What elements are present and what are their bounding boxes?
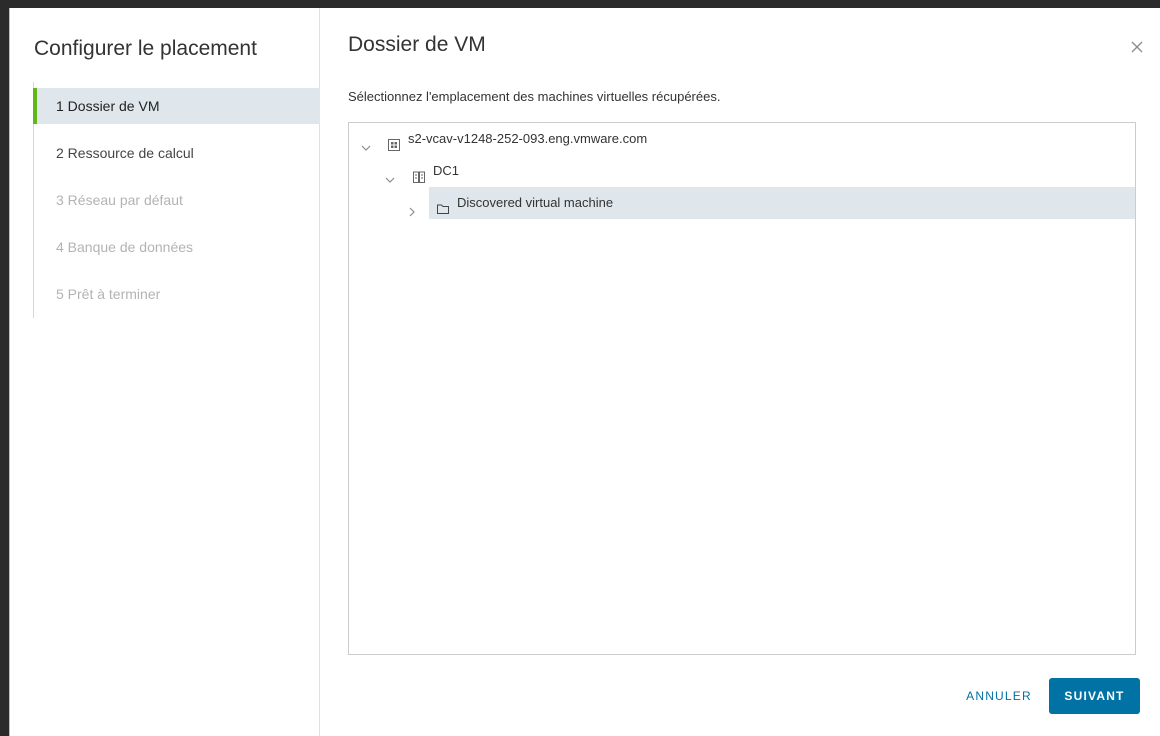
chevron-right-icon[interactable]: [407, 197, 417, 217]
wizard-step-ready-to-complete: 5 Prêt à terminer: [56, 286, 161, 302]
window-left-edge: [0, 0, 9, 736]
close-icon[interactable]: [1128, 38, 1146, 56]
tree-node-label: Discovered virtual machine: [457, 195, 614, 210]
main-content: Dossier de VM Sélectionnez l'emplacement…: [320, 8, 1160, 736]
tree-node-vcenter[interactable]: s2-vcav-v1248-252-093.eng.vmware.com: [349, 123, 1135, 155]
cancel-button[interactable]: ANNULER: [959, 678, 1039, 714]
wizard-step-datastore: 4 Banque de données: [56, 239, 194, 255]
window-top-edge: [0, 0, 1160, 8]
folder-icon: [436, 196, 450, 214]
instruction-text: Sélectionnez l'emplacement des machines …: [348, 89, 721, 104]
vcenter-icon: [387, 132, 401, 151]
page-title: Dossier de VM: [348, 33, 486, 56]
chevron-down-icon[interactable]: [361, 133, 371, 151]
datacenter-icon: [412, 164, 426, 183]
dialog-window: Configurer le placement 1 Dossier de VM …: [0, 0, 1160, 736]
tree-node-datacenter[interactable]: DC1: [349, 155, 1135, 187]
folder-tree: s2-vcav-v1248-252-093.eng.vmware.com DC1…: [348, 122, 1136, 655]
tree-node-label: DC1: [433, 163, 460, 178]
wizard-step-vm-folder[interactable]: 1 Dossier de VM: [33, 88, 320, 124]
wizard-title: Configurer le placement: [34, 37, 257, 60]
tree-node-selected-highlight[interactable]: Discovered virtual machine: [429, 187, 1135, 219]
wizard-step-compute-resource[interactable]: 2 Ressource de calcul: [33, 135, 320, 171]
chevron-down-icon[interactable]: [385, 165, 395, 183]
next-button[interactable]: SUIVANT: [1049, 678, 1140, 714]
wizard-step-default-network: 3 Réseau par défaut: [56, 192, 183, 208]
tree-node-folder[interactable]: Discovered virtual machine: [349, 187, 1135, 219]
wizard-sidebar: Configurer le placement 1 Dossier de VM …: [10, 8, 320, 736]
tree-node-label: s2-vcav-v1248-252-093.eng.vmware.com: [408, 131, 648, 146]
